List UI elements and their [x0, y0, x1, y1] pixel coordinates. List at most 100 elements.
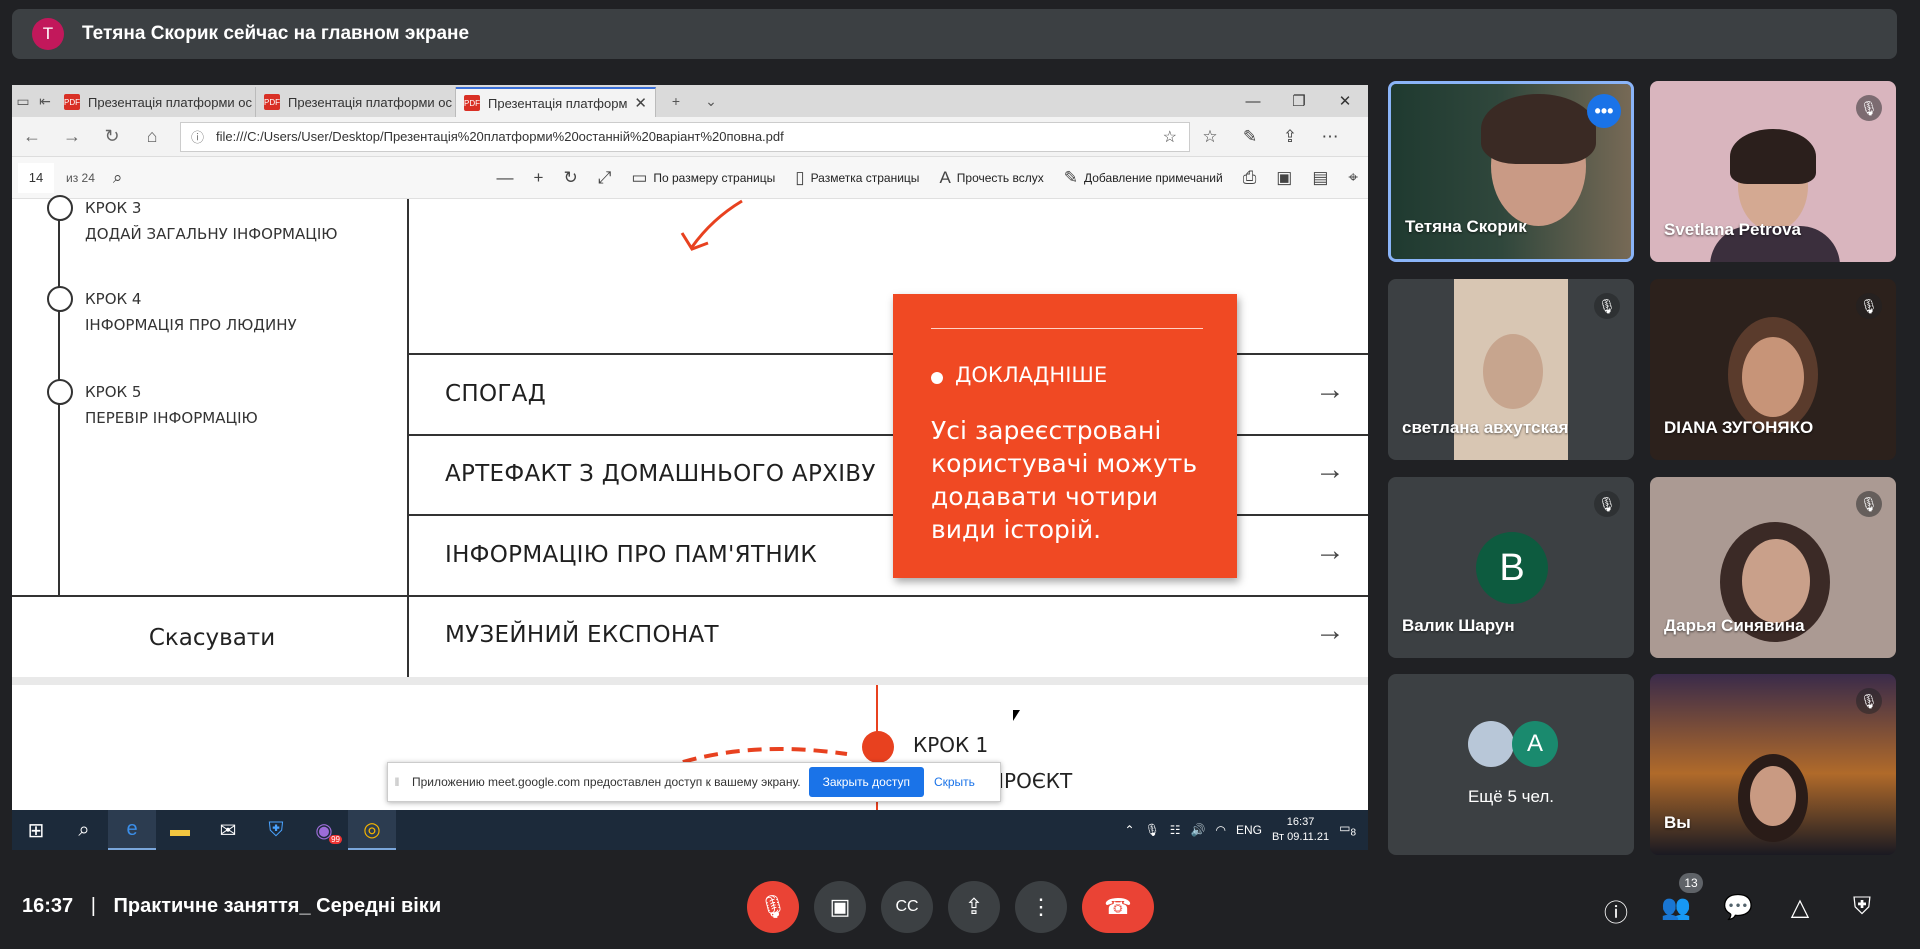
step-title: КРОК 4 [85, 290, 142, 308]
participant-tile[interactable]: 🎙 DIANA ЗУГОНЯКО [1650, 279, 1896, 460]
story-type-row[interactable]: ІНФОРМАЦІЮ ПРО ПАМ'ЯТНИК [445, 542, 817, 568]
more-options-button[interactable]: ⋮ [1015, 881, 1067, 933]
url-field[interactable]: ⓘ file:///C:/Users/User/Desktop/Презента… [180, 121, 1190, 152]
save-icon[interactable]: ▣ [1276, 168, 1292, 188]
captions-button[interactable]: CC [881, 881, 933, 933]
edge-icon[interactable]: e [108, 810, 156, 850]
volume-icon[interactable]: 🔊 [1191, 823, 1206, 837]
participant-name: светлана авхутская [1402, 418, 1569, 437]
leave-call-button[interactable]: ☎ [1082, 881, 1154, 933]
page-layout-button[interactable]: ▯ Разметка страницы [795, 168, 919, 188]
stop-sharing-button[interactable]: Закрыть доступ [808, 767, 924, 797]
participant-tile[interactable]: B 🎙 Валик Шарун [1388, 477, 1634, 658]
pdf-toolbar: 14 из 24 ⌕ — + ↻ ⤢ ▭ По размеру страницы … [12, 157, 1368, 199]
forward-icon[interactable]: → [52, 126, 92, 147]
camera-toggle-button[interactable]: ▣ [814, 881, 866, 933]
read-aloud-button[interactable]: A Прочесть вслух [939, 168, 1043, 188]
network-icon[interactable]: ☷ [1170, 823, 1181, 837]
present-button[interactable]: ⇪ [948, 881, 1000, 933]
search-icon[interactable]: ⌕ [113, 168, 123, 188]
browser-tab-active[interactable]: PDF Презентація платформ ✕ [456, 87, 656, 117]
zoom-out-icon[interactable]: — [497, 168, 514, 188]
more-options-icon[interactable]: ••• [1587, 94, 1621, 128]
home-icon[interactable]: ⌂ [132, 126, 172, 147]
browser-tab[interactable]: PDF Презентація платформи ос [256, 87, 456, 117]
print-icon[interactable]: ⎙ [1243, 168, 1257, 188]
notification-icon[interactable]: ▭8 [1339, 821, 1356, 838]
save-as-icon[interactable]: ▤ [1312, 168, 1328, 188]
cancel-button[interactable]: Скасувати [12, 625, 412, 651]
mic-toggle-button[interactable]: 🎙 [747, 881, 799, 933]
chat-icon[interactable]: 💬 [1722, 893, 1754, 922]
people-icon[interactable]: 👥 [1660, 893, 1692, 922]
star-icon[interactable]: ☆ [1163, 127, 1177, 147]
more-icon[interactable]: ⋯ [1310, 127, 1350, 147]
story-type-row[interactable]: АРТЕФАКТ З ДОМАШНЬОГО АРХІВУ [445, 461, 876, 487]
participant-tile-presenter[interactable]: ••• Тетяна Скорик [1388, 81, 1634, 262]
maximize-icon[interactable]: ❐ [1276, 85, 1322, 117]
participant-name: Svetlana Petrova [1664, 220, 1802, 239]
participant-tile[interactable]: 🎙 светлана авхутская [1388, 279, 1634, 460]
close-tab-icon[interactable]: ✕ [634, 94, 647, 112]
rotate-icon[interactable]: ↻ [563, 168, 577, 188]
pin-icon[interactable]: ⌖ [1348, 168, 1358, 188]
present-screen-icon: ⇪ [964, 894, 984, 919]
chevron-up-icon[interactable]: ⌃ [1125, 823, 1135, 837]
next-step-title: КРОК 1 [913, 733, 989, 757]
story-type-row[interactable]: МУЗЕЙНИЙ ЕКСПОНАТ [445, 622, 719, 648]
microphone-icon: 🎙 [1144, 823, 1160, 837]
favorites-icon[interactable]: ☆ [1190, 127, 1230, 147]
fit-icon[interactable]: ⤢ [598, 168, 612, 188]
shield-icon[interactable]: ⛨ [252, 810, 300, 850]
participant-name: Тетяна Скорик [1405, 217, 1527, 236]
more-vert-icon: ⋮ [1030, 894, 1052, 919]
taskbar-clock[interactable]: 16:37 Вт 09.11.21 [1272, 815, 1329, 845]
folder-icon[interactable]: ▬ [156, 810, 204, 850]
refresh-icon[interactable]: ↻ [92, 126, 132, 147]
chevron-down-icon[interactable]: ⌄ [696, 85, 726, 117]
step-title: КРОК 3 [85, 199, 142, 217]
minimize-icon[interactable]: — [1230, 85, 1276, 117]
participant-tile[interactable]: 🎙 Svetlana Petrova [1650, 81, 1896, 262]
search-icon[interactable]: ⌕ [60, 810, 108, 850]
browser-tab[interactable]: PDF Презентація платформи ос [56, 87, 256, 117]
page-number-field[interactable]: 14 [18, 162, 54, 193]
windows-start-icon[interactable]: ⊞ [12, 810, 60, 850]
viber-icon[interactable]: ◉ 99 [300, 810, 348, 850]
story-type-row[interactable]: СПОГАД [445, 381, 546, 407]
close-window-icon[interactable]: ✕ [1322, 85, 1368, 117]
meeting-details-icon[interactable]: ⓘ [1600, 893, 1632, 928]
share-icon[interactable]: ⇪ [1270, 127, 1310, 147]
meeting-title: Практичне заняття_ Середні віки [113, 895, 442, 917]
more-participants-tile[interactable]: A Ещё 5 чел. [1388, 674, 1634, 855]
chrome-icon[interactable]: ◎ [348, 810, 396, 850]
tabs-aside-icon[interactable]: ⇤ [34, 85, 56, 117]
activities-icon[interactable]: △ [1784, 893, 1816, 922]
zoom-in-icon[interactable]: + [534, 168, 544, 188]
pen-icon[interactable]: ✎ [1230, 127, 1270, 147]
language-indicator[interactable]: ENG [1236, 823, 1262, 837]
new-tab-icon[interactable]: + [656, 85, 696, 117]
participant-name: Дарья Синявина [1664, 616, 1805, 635]
pdf-icon: PDF [64, 94, 80, 110]
wifi-icon[interactable]: ◠ [1216, 823, 1226, 837]
participant-name: Вы [1664, 813, 1691, 832]
back-icon[interactable]: ← [12, 126, 52, 147]
mail-icon[interactable]: ✉ [204, 810, 252, 850]
step-item: КРОК 5 ПЕРЕВІР ІНФОРМАЦІЮ [47, 379, 258, 431]
page-count: из 24 [66, 170, 95, 185]
fit-page-button[interactable]: ▭ По размеру страницы [631, 168, 775, 188]
host-controls-icon[interactable]: ⛨ [1846, 893, 1878, 921]
hang-up-icon: ☎ [1104, 894, 1132, 919]
hide-link[interactable]: Скрыть [934, 775, 975, 789]
tab-actions-icon[interactable]: ▭ [12, 85, 34, 117]
popup-heading: ДОКЛАДНІШЕ [955, 363, 1108, 387]
self-tile[interactable]: 🎙 Вы [1650, 674, 1896, 855]
next-step-text: ПРОЄКТ [989, 769, 1073, 793]
avatar: T [32, 18, 64, 50]
step-desc: ДОДАЙ ЗАГАЛЬНУ ІНФОРМАЦІЮ [85, 225, 338, 243]
add-notes-button[interactable]: ✎ Добавление примечаний [1064, 168, 1223, 188]
pdf-page: КРОК 3 ДОДАЙ ЗАГАЛЬНУ ІНФОРМАЦІЮ КРОК 4 ІН… [12, 195, 1368, 810]
participant-tile[interactable]: 🎙 Дарья Синявина [1650, 477, 1896, 658]
drag-handle-icon[interactable]: ‖ [388, 775, 406, 789]
